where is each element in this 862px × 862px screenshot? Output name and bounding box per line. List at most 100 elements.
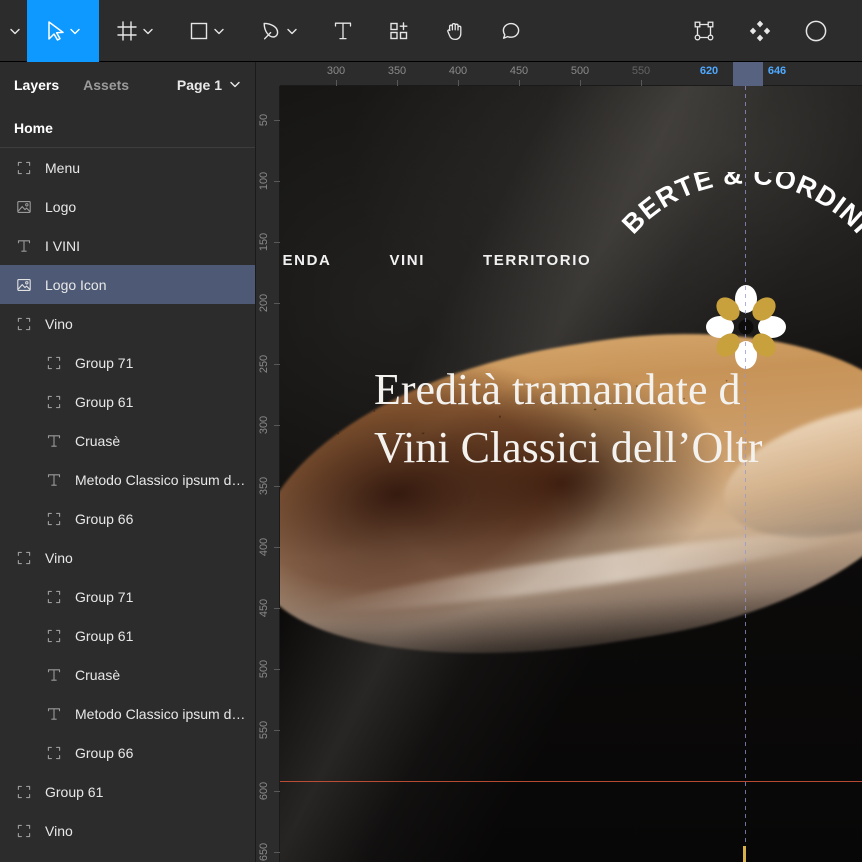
ruler-tick-label: 646 [767,65,787,77]
layer-row[interactable]: Vino [0,538,255,577]
layer-row[interactable]: Vino [0,811,255,850]
chevron-down-icon [69,25,81,37]
ruler-tick-label: 100 [258,171,270,191]
component-group-icon [44,509,64,529]
layer-row[interactable]: Cruasè [0,655,255,694]
nav-item-azienda[interactable]: ZIENDA [280,252,331,269]
text-layer-icon [44,704,64,724]
layer-row[interactable]: Group 61 [0,772,255,811]
vector-nodes-button[interactable] [676,0,732,62]
layer-row[interactable]: Group 71 [0,343,255,382]
component-group-icon [14,158,34,178]
ruler-tick-label: 450 [509,65,529,77]
layer-label: Vino [45,549,73,566]
appearance-button[interactable] [788,0,844,62]
nav-item-vini[interactable]: VINI [389,252,425,269]
headline-line-2: Vini Classici dell’Oltr [374,423,763,473]
page-selector-label: Page 1 [176,77,222,93]
section-header-home[interactable]: Home [0,108,255,148]
ruler-tick-mark [274,486,280,487]
text-tool[interactable] [315,0,371,62]
nav-item-territorio[interactable]: TERRITORIO [483,252,591,269]
component-group-icon [14,548,34,568]
layer-label: Cruasè [75,432,121,449]
ruler-tick-label: 620 [699,65,719,77]
layer-row[interactable]: Metodo Classico ipsum d… [0,694,255,733]
layer-row[interactable]: Group 71 [0,577,255,616]
figma-window: Layers Assets Page 1 Home Menu Logo I VINI… [0,0,862,862]
artboard-home[interactable]: ZIENDA VINI TERRITORIO BERTÈ & CORDINI [280,86,862,862]
ruler-tick-label: 350 [387,65,407,77]
components-tool[interactable] [371,0,427,62]
text-layer-icon [14,236,34,256]
ruler-tick-label: 400 [258,537,270,557]
canvas-area[interactable]: ZIENDA VINI TERRITORIO BERTÈ & CORDINI [256,62,862,862]
ruler-tick-mark [580,80,581,86]
rosette-flower-icon [706,285,786,369]
ruler-tick-label: 500 [570,65,590,77]
frame-hash-icon [116,20,138,42]
frame-tool[interactable] [99,0,171,62]
layer-label: Group 71 [75,354,134,371]
ruler-tick-label: 400 [448,65,468,77]
layer-row[interactable]: Group 61 [0,616,255,655]
layer-row[interactable]: Group 66 [0,733,255,772]
ruler-tick-mark [274,547,280,548]
layer-label: Cruasè [75,666,121,683]
layer-label: Logo [45,198,77,215]
layer-label: Group 61 [45,783,104,800]
chevron-down-icon [213,25,225,37]
layer-row[interactable]: Logo Icon [0,265,255,304]
site-logo[interactable]: BERTÈ & CORDINI [596,172,862,369]
layer-row[interactable]: Group 61 [0,382,255,421]
tab-layers[interactable]: Layers [14,77,59,93]
layer-row[interactable]: Metodo Classico ipsum d… [0,460,255,499]
plugins-button[interactable] [732,0,788,62]
layer-label: Menu [45,159,81,176]
component-group-icon [44,587,64,607]
move-tool[interactable] [27,0,99,62]
ruler-tick-label: 150 [258,232,270,252]
ruler-corner [256,62,280,86]
component-group-icon [44,392,64,412]
layer-row[interactable]: Group 66 [0,499,255,538]
comment-tool[interactable] [483,0,539,62]
component-group-icon [44,353,64,373]
ruler-tick-mark [274,791,280,792]
main-menu-button[interactable] [0,0,27,62]
layer-row[interactable]: I VINI [0,226,255,265]
hand-icon [444,20,466,42]
layer-label: Group 71 [75,588,134,605]
horizontal-guide[interactable] [280,781,862,782]
tab-assets[interactable]: Assets [83,77,129,93]
pen-tool[interactable] [243,0,315,62]
vertical-guide[interactable] [745,86,746,862]
layer-row[interactable]: Menu [0,148,255,187]
chevron-down-icon [9,25,21,37]
layer-row[interactable]: Vino [0,304,255,343]
comment-bubble-icon [500,20,522,42]
ruler-tick-label: 650 [258,842,270,862]
component-group-icon [14,782,34,802]
contrast-half-circle-icon [804,19,828,43]
vertical-ruler[interactable]: 50 100 150 200 250 300 350 400 450 500 550 600 650 [256,86,280,862]
layer-row[interactable]: Logo [0,187,255,226]
layer-label: Metodo Classico ipsum d… [75,705,246,722]
ruler-tick-mark [397,80,398,86]
layer-row[interactable]: Cruasè [0,421,255,460]
horizontal-ruler[interactable]: 300 350 400 450 500 550 620 646 [256,62,862,86]
ruler-tick-mark [274,852,280,853]
vector-node-icon [692,19,716,43]
page-selector[interactable]: Page 1 [177,77,241,93]
component-group-icon [44,626,64,646]
shape-tool[interactable] [171,0,243,62]
square-icon [189,21,209,41]
canvas-viewport[interactable]: ZIENDA VINI TERRITORIO BERTÈ & CORDINI [280,86,862,862]
ruler-tick-label: 300 [258,415,270,435]
layer-label: Group 66 [75,510,134,527]
layer-label: Group 61 [75,393,134,410]
hand-tool[interactable] [427,0,483,62]
layers-sidebar: Layers Assets Page 1 Home Menu Logo I VINI… [0,62,256,862]
guide-marker [743,846,746,862]
ruler-tick-mark [274,303,280,304]
